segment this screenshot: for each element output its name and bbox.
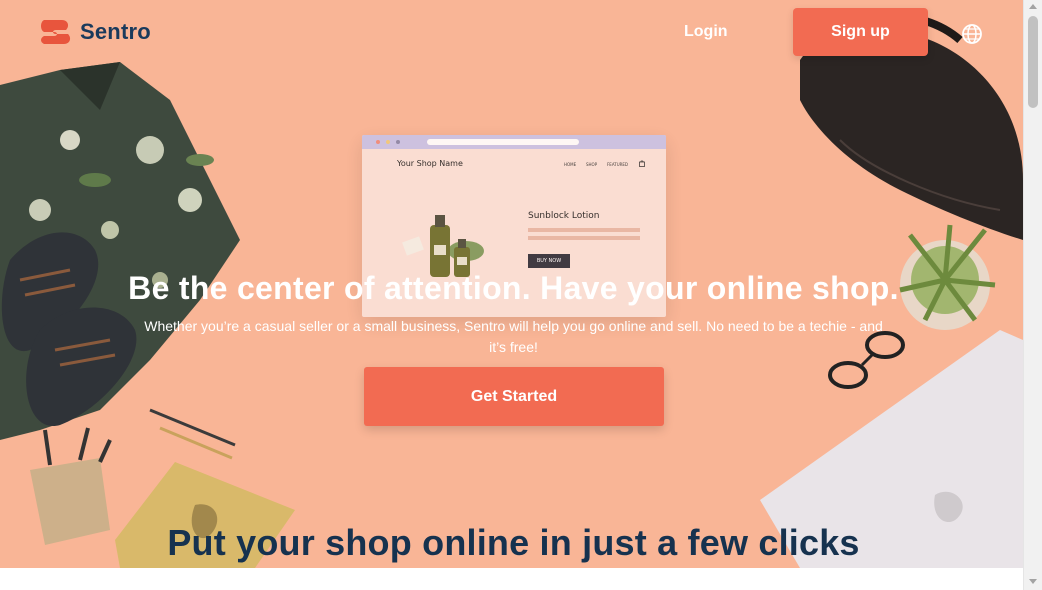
brand-name: Sentro [80, 19, 151, 44]
section-title: Put your shop online in just a few click… [167, 522, 860, 563]
mockup-nav-featured: FEATURED [607, 162, 629, 167]
mockup-nav-shop: SHOP [586, 162, 598, 167]
mockup-shop-name: Your Shop Name [397, 159, 463, 168]
mockup-text-line [528, 228, 640, 232]
browser-bar [362, 135, 666, 149]
browser-dot [376, 140, 380, 144]
page-viewport: Sentro Login Sign up Your Shop Name HOME… [0, 0, 1023, 568]
mockup-product-name: Sunblock Lotion [528, 211, 600, 221]
sentro-logo-icon [41, 20, 71, 44]
vertical-scrollbar[interactable] [1023, 0, 1042, 590]
hero-subtitle: Whether you’re a casual seller or a smal… [144, 318, 883, 355]
browser-dot [396, 140, 400, 144]
scroll-up-arrow-icon[interactable] [1029, 4, 1037, 9]
bag-icon [639, 160, 645, 167]
sentro-logo[interactable]: Sentro [40, 18, 151, 46]
browser-dot [386, 140, 390, 144]
globe-icon[interactable] [961, 23, 983, 45]
signup-button[interactable]: Sign up [793, 8, 928, 56]
scrollbar-thumb[interactable] [1028, 16, 1038, 108]
pencils-illustration [149, 408, 236, 460]
hero-title: Be the center of attention. Have your on… [128, 270, 899, 306]
page-bottom-area [0, 568, 1023, 590]
scroll-down-arrow-icon[interactable] [1029, 579, 1037, 584]
login-link[interactable]: Login [684, 23, 728, 41]
mockup-nav-home: HOME [564, 162, 577, 167]
mockup-text-line [528, 236, 640, 240]
get-started-button[interactable]: Get Started [364, 367, 664, 426]
mockup-buy-button: BUY NOW [528, 254, 570, 268]
browser-url-bar [427, 139, 579, 145]
